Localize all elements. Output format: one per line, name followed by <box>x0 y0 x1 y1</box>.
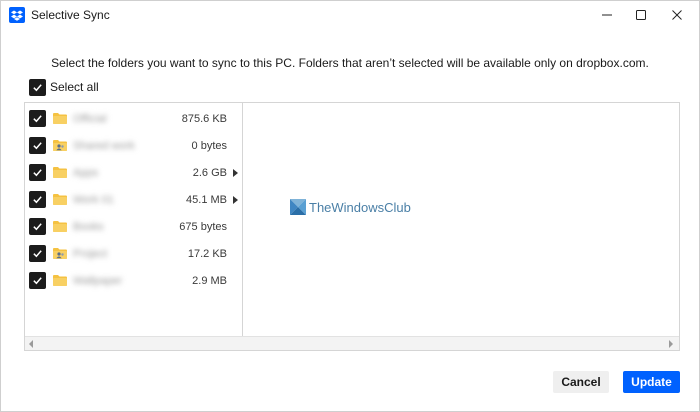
window-title: Selective Sync <box>31 8 110 22</box>
cancel-button[interactable]: Cancel <box>553 371 609 393</box>
folder-name: Project <box>73 248 108 260</box>
folder-size: 2.6 GB <box>192 167 227 179</box>
folder-list: Official 875.6 KB Shared work 0 bytes Ap… <box>25 103 243 336</box>
shared-folder-icon <box>53 248 67 259</box>
folder-row[interactable]: Project 17.2 KB <box>25 240 243 267</box>
folder-size: 0 bytes <box>191 140 227 152</box>
select-all-checkbox[interactable]: Select all <box>29 78 99 96</box>
folder-row[interactable]: Shared work 0 bytes <box>25 132 243 159</box>
close-icon <box>672 10 682 20</box>
folder-icon <box>53 167 67 178</box>
checkmark-icon <box>33 142 42 150</box>
folder-row[interactable]: Work 01 45.1 MB <box>25 186 243 213</box>
watermark-text: TheWindowsClub <box>309 199 411 215</box>
folder-row[interactable]: Books 675 bytes <box>25 213 243 240</box>
shared-folder-icon <box>53 140 67 151</box>
folder-size: 45.1 MB <box>186 194 227 206</box>
folder-size: 875.6 KB <box>181 113 227 125</box>
checkmark-icon <box>33 169 42 177</box>
minimize-icon <box>602 14 612 16</box>
checkbox[interactable] <box>29 78 46 96</box>
folder-checkbox[interactable] <box>29 218 46 235</box>
folder-checkbox[interactable] <box>29 191 46 208</box>
folder-name: Apps <box>73 167 99 179</box>
folder-size: 675 bytes <box>179 221 227 233</box>
folder-checkbox[interactable] <box>29 164 46 181</box>
folder-name: Work 01 <box>73 194 114 206</box>
folder-size: 17.2 KB <box>187 248 227 260</box>
folder-size: 2.9 MB <box>192 275 227 287</box>
select-all-label: Select all <box>50 80 99 94</box>
folder-name: Shared work <box>73 140 135 152</box>
checkmark-icon <box>33 223 42 231</box>
scroll-left-icon[interactable] <box>29 340 33 348</box>
folder-name: Books <box>73 221 104 233</box>
checkmark-icon <box>33 196 42 204</box>
checkmark-icon <box>33 115 42 123</box>
close-button[interactable] <box>659 1 695 29</box>
instructions-text: Select the folders you want to sync to t… <box>51 56 649 70</box>
folder-name: Official <box>73 113 107 125</box>
folder-row[interactable]: Apps 2.6 GB <box>25 159 243 186</box>
expand-arrow-icon[interactable] <box>233 169 238 177</box>
checkmark-icon <box>33 83 42 91</box>
checkmark-icon <box>33 250 42 258</box>
maximize-icon <box>636 10 646 20</box>
folder-name: Wallpaper <box>73 275 123 287</box>
folder-checkbox[interactable] <box>29 137 46 154</box>
dropbox-icon <box>9 7 25 23</box>
folder-row[interactable]: Wallpaper 2.9 MB <box>25 267 243 294</box>
selective-sync-window: Selective Sync Select the folders you wa… <box>0 0 700 412</box>
folder-icon <box>53 221 67 232</box>
folder-icon <box>53 113 67 124</box>
checkmark-icon <box>33 277 42 285</box>
watermark: TheWindowsClub <box>290 199 411 215</box>
title-bar[interactable]: Selective Sync <box>1 1 699 31</box>
scroll-right-icon[interactable] <box>669 340 673 348</box>
expand-arrow-icon[interactable] <box>233 196 238 204</box>
horizontal-scrollbar[interactable] <box>25 336 679 350</box>
update-button[interactable]: Update <box>623 371 680 393</box>
maximize-button[interactable] <box>623 1 659 29</box>
folder-panel: Official 875.6 KB Shared work 0 bytes Ap… <box>24 102 680 351</box>
minimize-button[interactable] <box>589 1 625 29</box>
folder-icon <box>53 275 67 286</box>
folder-icon <box>53 194 67 205</box>
folder-checkbox[interactable] <box>29 272 46 289</box>
folder-checkbox[interactable] <box>29 245 46 262</box>
watermark-logo-icon <box>290 199 306 215</box>
folder-row[interactable]: Official 875.6 KB <box>25 105 243 132</box>
folder-checkbox[interactable] <box>29 110 46 127</box>
